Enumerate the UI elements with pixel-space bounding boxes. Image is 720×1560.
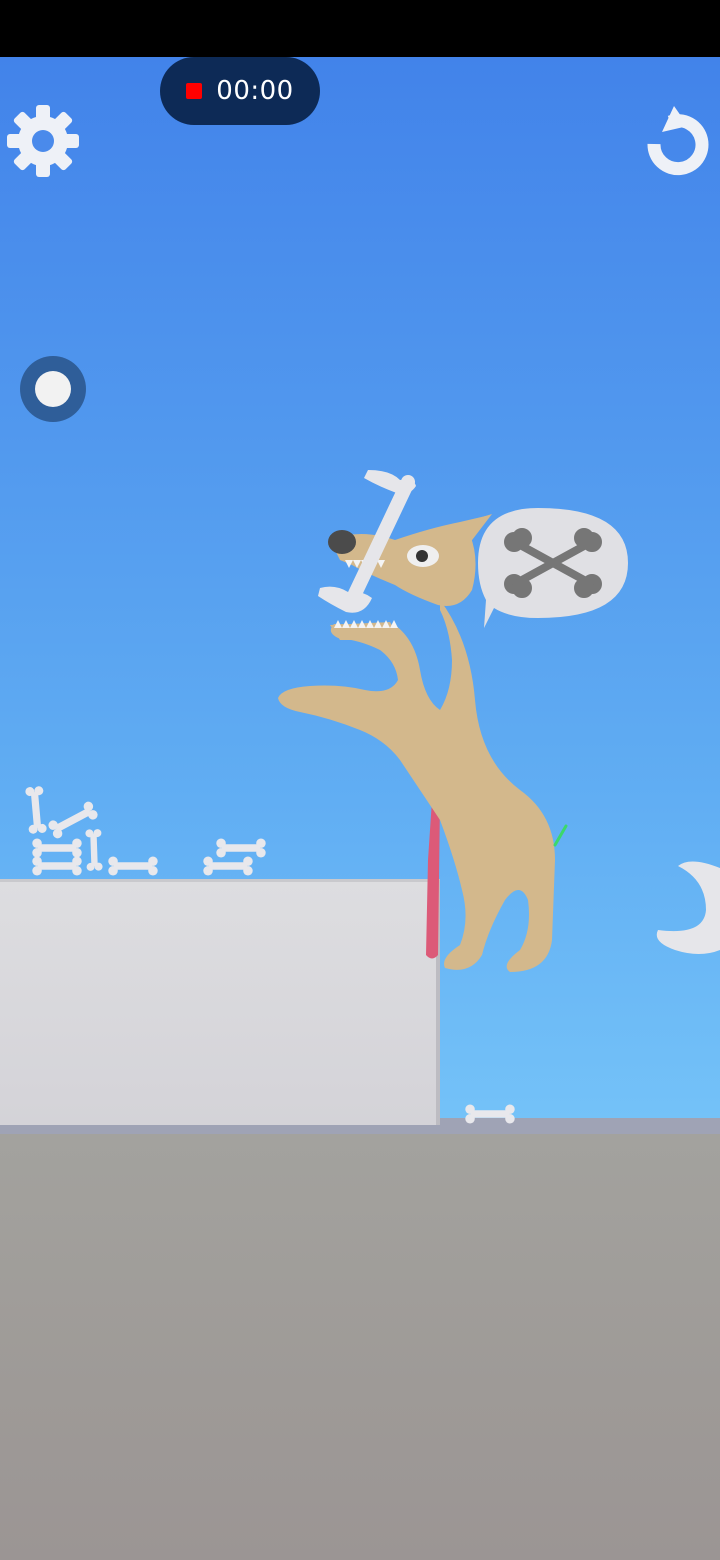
toggle-dot-icon (35, 371, 71, 407)
bone (216, 838, 266, 858)
bone (32, 838, 82, 858)
record-icon (186, 83, 203, 99)
dog-eye (407, 545, 439, 567)
bone (108, 856, 158, 876)
speech-bubble (478, 508, 628, 628)
restart-arrow-icon (647, 106, 709, 176)
recording-timer[interactable]: 00:00 (160, 57, 320, 125)
bone-pile (24, 785, 515, 1124)
dog-nose (328, 530, 356, 554)
bone (24, 785, 48, 835)
crescent-object (656, 861, 720, 954)
game-scene (24, 470, 720, 1124)
bone (203, 856, 253, 876)
gear-icon (7, 105, 79, 177)
restart-button[interactable] (640, 104, 714, 182)
timer-label: 00:00 (216, 76, 294, 106)
toggle-button[interactable] (20, 356, 86, 422)
settings-button[interactable] (4, 102, 82, 180)
spark (553, 824, 568, 847)
game-screen: 00:00 (0, 0, 720, 1560)
bone (32, 856, 82, 876)
bone (465, 1104, 515, 1124)
bone (85, 828, 103, 872)
